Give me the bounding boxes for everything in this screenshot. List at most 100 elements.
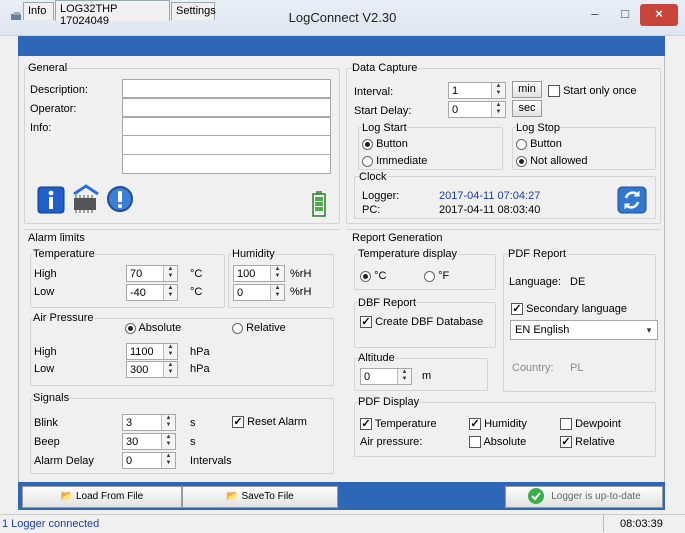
hum-low-spinner[interactable]: 0 ▲ ▼ [233,284,285,301]
status-separator [603,515,604,532]
start-delay-unit-button[interactable]: sec [512,100,542,117]
minimize-button[interactable]: – [582,4,608,26]
status-bar [0,514,685,533]
signals-label: Signals [33,392,70,404]
tab-info[interactable]: Info [23,2,54,20]
report-group-label: Report Generation [352,232,443,244]
logger-clock-label: Logger: [362,190,400,202]
maximize-button[interactable]: □ [612,4,638,26]
relative-radio[interactable]: Relative [232,322,286,334]
pressure-high-unit: hPa [190,346,210,358]
language-label: Language: [509,276,561,288]
absolute-radio[interactable]: Absolute [125,322,181,334]
altitude-unit: m [422,370,432,382]
pdf-humidity-checkbox[interactable]: ✓ Humidity [469,418,527,431]
temp-high-label: High [34,268,57,280]
description-field[interactable] [122,79,331,98]
temp-low-unit: °C [190,286,203,298]
create-dbf-checkbox[interactable]: ✓ Create DBF Database [360,316,483,329]
close-button[interactable]: × [640,4,678,26]
start-delay-spinner[interactable]: 0 ▲ ▼ [448,101,506,118]
temperature-label: Temperature [33,248,95,260]
alarm-info-icon[interactable] [106,184,134,214]
info-field[interactable] [122,117,331,174]
pdf-relative-checkbox[interactable]: ✓ Relative [560,436,615,449]
pdf-dewpoint-checkbox[interactable]: Dewpoint [560,418,621,431]
pdf-air-pressure-label: Air pressure: [360,436,423,448]
save-folder-icon: 📂 [226,491,239,502]
altitude-label: Altitude [358,352,395,364]
pdf-temperature-checkbox[interactable]: ✓ Temperature [360,418,437,431]
logger-time: 2017-04-11 07:04:27 [439,190,541,202]
description-label: Description: [30,84,89,96]
load-from-file-button[interactable]: 📂 Load From File [22,486,182,508]
battery-icon [312,191,326,217]
secondary-language-checkbox[interactable]: ✓ Secondary language [511,303,627,316]
operator-field[interactable] [122,98,331,117]
clock-label: Clock [359,171,387,183]
start-delay-label: Start Delay: [354,105,412,117]
info-field-line [123,135,330,136]
log-stop-not-allowed-radio[interactable]: Not allowed [516,155,588,167]
alarm-delay-spinner[interactable]: 0 ▲ ▼ [122,452,176,469]
info-field-line [123,154,330,155]
temp-high-unit: °C [190,268,203,280]
pdf-display-label: PDF Display [358,396,420,408]
blink-unit: s [190,417,196,429]
celsius-radio[interactable]: °C [360,270,386,282]
air-pressure-label: Air Pressure [33,312,94,324]
alarm-group-label: Alarm limits [28,232,85,244]
secondary-language-select[interactable]: EN English ▾ [510,320,658,340]
reset-alarm-checkbox[interactable]: ✓ Reset Alarm [232,416,307,429]
temp-low-spinner[interactable]: -40 ▲ ▼ [126,284,178,301]
hum-high-spinner[interactable]: 100 ▲ ▼ [233,265,285,282]
hum-high-unit: %rH [290,268,312,280]
pressure-low-spinner[interactable]: 300 ▲ ▼ [126,361,178,378]
info-icon[interactable] [37,186,65,214]
humidity-label: Humidity [232,248,275,260]
report-divider [346,229,661,230]
temp-low-label: Low [34,286,55,298]
tab-settings[interactable]: Settings [171,2,216,20]
air-pressure-group [30,318,334,386]
dbf-report-label: DBF Report [358,297,417,309]
interval-spinner[interactable]: 1 ▲ ▼ [448,82,506,99]
pressure-low-label: Low [34,363,55,375]
chip-transfer-icon[interactable] [70,184,102,214]
start-once-checkbox[interactable]: Start only once [548,85,636,98]
log-start-label: Log Start [362,122,407,134]
general-group-label: General [28,62,68,74]
pressure-low-unit: hPa [190,363,210,375]
language-value: DE [570,276,586,288]
data-capture-label: Data Capture [352,62,418,74]
pc-clock-label: PC: [362,204,381,216]
blink-label: Blink [34,417,58,429]
log-start-button-radio[interactable]: Button [362,138,408,150]
altitude-spinner[interactable]: 0 ▲ ▼ [360,368,412,385]
pdf-absolute-checkbox[interactable]: Absolute [469,436,526,449]
connection-status: 1 Logger connected [2,518,100,530]
pdf-report-label: PDF Report [508,248,567,260]
interval-unit-button[interactable]: min [512,81,542,98]
beep-spinner[interactable]: 30 ▲ ▼ [122,433,176,450]
pressure-high-spinner[interactable]: 1100 ▲ ▼ [126,343,178,360]
fahrenheit-radio[interactable]: °F [424,270,449,282]
log-stop-label: Log Stop [516,122,561,134]
blink-spinner[interactable]: 3 ▲ ▼ [122,414,176,431]
save-to-file-button[interactable]: 📂 SaveTo File [182,486,338,508]
sync-clock-icon[interactable] [617,186,647,214]
tab-logger[interactable]: LOG32THP 17024049 [55,0,170,27]
load-folder-icon: 📂 [60,491,74,502]
log-start-immediate-radio[interactable]: Immediate [362,155,427,167]
alarm-delay-label: Alarm Delay [34,455,94,467]
beep-unit: s [190,436,196,448]
country-value: PL [570,362,584,374]
pressure-high-label: High [34,346,57,358]
temp-high-spinner[interactable]: 70 ▲ ▼ [126,265,178,282]
log-stop-button-radio[interactable]: Button [516,138,562,150]
status-time: 08:03:39 [620,518,663,530]
interval-label: Interval: [354,86,394,98]
logger-status-button[interactable]: Logger is up-to-date [505,486,663,508]
hum-low-unit: %rH [290,286,312,298]
pc-time: 2017-04-11 08:03:40 [439,204,541,216]
